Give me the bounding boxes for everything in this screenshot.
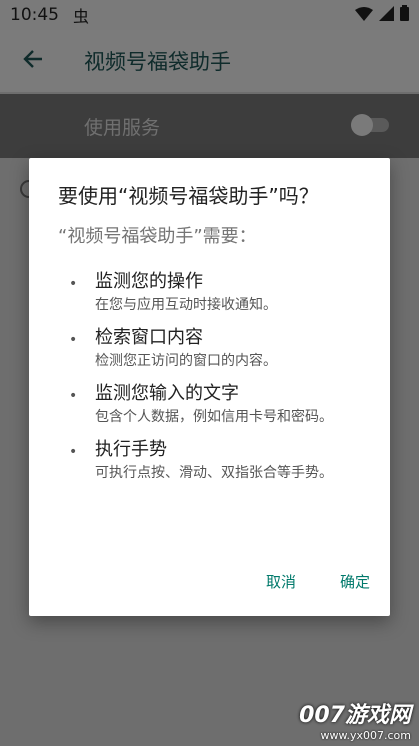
status-indicators [355, 5, 409, 25]
use-service-row[interactable]: 使用服务 [0, 94, 419, 158]
permission-item: • 监测您的操作 在您与应用互动时接收通知。 [69, 270, 369, 316]
back-button[interactable] [0, 30, 66, 92]
dialog-actions: 取消 确定 [266, 571, 370, 592]
status-time: 10:45 [10, 5, 59, 25]
ok-button[interactable]: 确定 [340, 571, 370, 592]
signal-icon [379, 5, 394, 25]
permission-title: 监测您输入的文字 [95, 383, 239, 404]
app-toolbar: 视频号福袋助手 [0, 30, 419, 92]
bullet: • [69, 444, 78, 460]
battery-icon [400, 5, 409, 25]
dialog-subtitle: “视频号福袋助手”需要： [58, 226, 257, 247]
permission-desc: 包含个人数据，例如信用卡号和密码。 [95, 409, 333, 425]
cancel-button[interactable]: 取消 [266, 571, 296, 592]
back-arrow-icon [22, 48, 44, 74]
watermark: 007游戏网 www.yx007.com [299, 697, 411, 742]
permission-item: • 检索窗口内容 检测您正访问的窗口的内容。 [69, 326, 369, 372]
permission-desc: 检测您正访问的窗口的内容。 [95, 353, 277, 369]
page-title: 视频号福袋助手 [84, 50, 231, 74]
permission-dialog: 要使用“视频号福袋助手”吗？ “视频号福袋助手”需要： • 监测您的操作 在您与… [29, 158, 390, 616]
use-service-toggle[interactable] [351, 114, 389, 136]
permission-title: 检索窗口内容 [95, 327, 203, 348]
wifi-icon [355, 6, 373, 25]
bullet: • [69, 388, 78, 404]
use-service-label: 使用服务 [84, 116, 161, 139]
permission-title: 监测您的操作 [95, 271, 203, 292]
status-bar: 10:45 虫 [0, 0, 419, 30]
watermark-logo: 007游戏网 [299, 703, 411, 728]
permission-desc: 可执行点按、滑动、双指张合等手势。 [95, 465, 333, 481]
permission-desc: 在您与应用互动时接收通知。 [95, 297, 277, 313]
permission-item: • 执行手势 可执行点按、滑动、双指张合等手势。 [69, 438, 369, 484]
permission-item: • 监测您输入的文字 包含个人数据，例如信用卡号和密码。 [69, 382, 369, 428]
dialog-title: 要使用“视频号福袋助手”吗？ [58, 184, 319, 208]
toggle-knob [351, 114, 373, 136]
bullet: • [69, 276, 78, 292]
permission-title: 执行手势 [95, 439, 167, 460]
watermark-url: www.yx007.com [320, 729, 411, 742]
permission-list: • 监测您的操作 在您与应用互动时接收通知。 • 检索窗口内容 检测您正访问的窗… [69, 270, 369, 494]
status-app-icon: 虫 [73, 7, 90, 26]
bullet: • [69, 332, 78, 348]
